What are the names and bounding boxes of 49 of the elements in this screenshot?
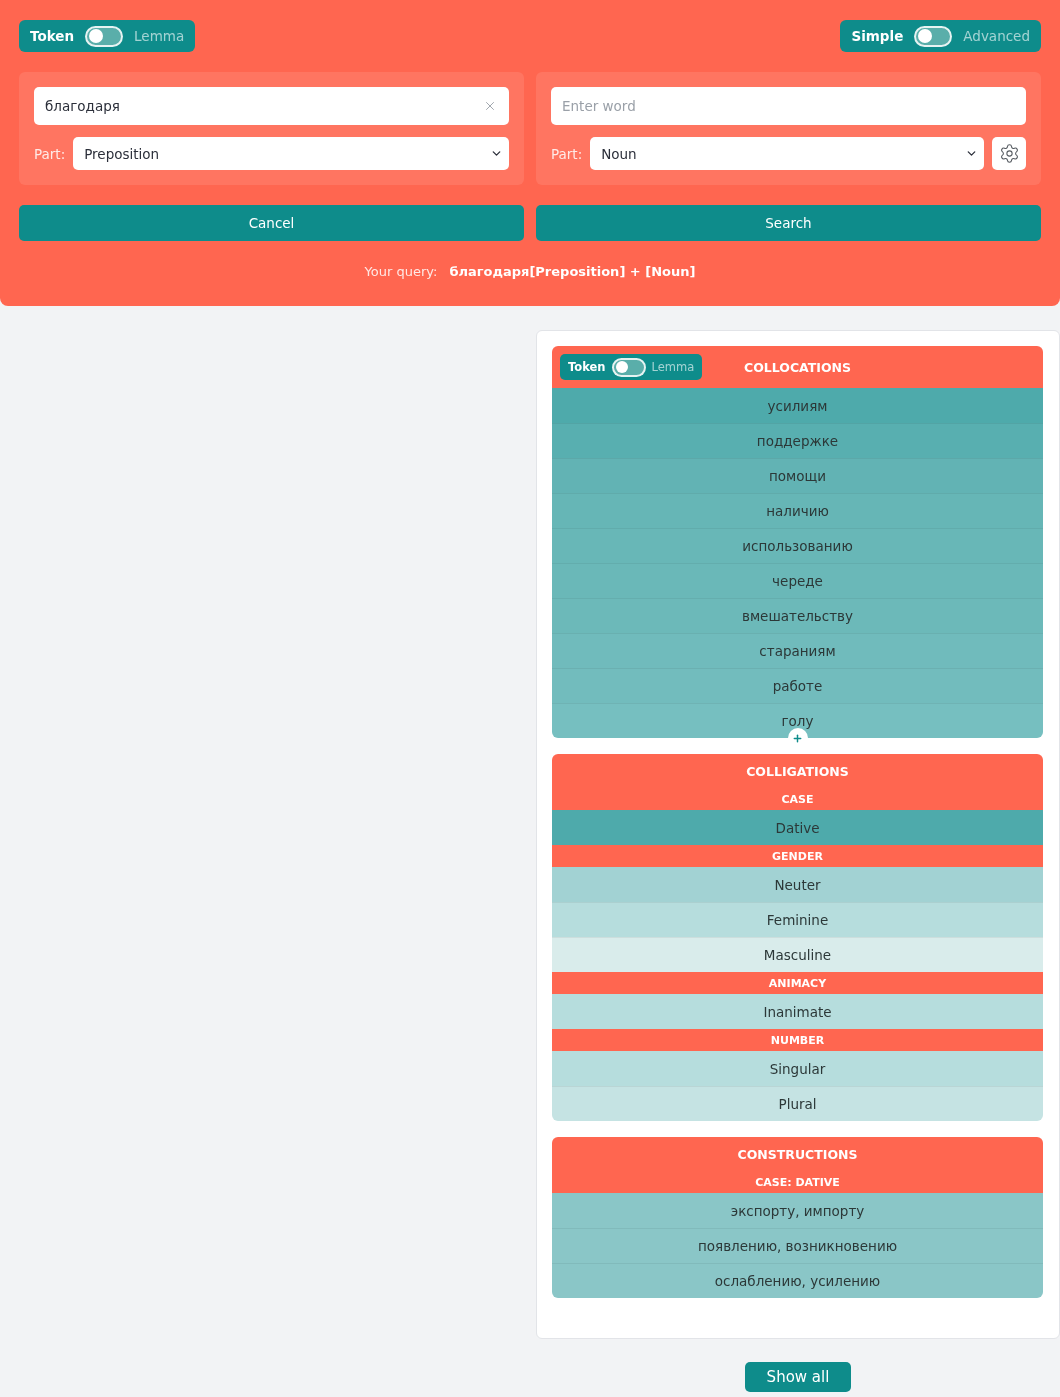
colligation-item[interactable]: Masculine <box>552 937 1043 972</box>
part-label: Part: <box>551 145 583 162</box>
group-heading: GENDER <box>552 845 1043 867</box>
group-heading: CASE <box>552 788 1043 810</box>
part-select[interactable]: Preposition <box>73 137 509 170</box>
construction-item[interactable]: ослаблению, усилению <box>552 1263 1043 1298</box>
action-button[interactable]: Cancel <box>19 205 524 241</box>
collocation-item[interactable]: вмешательству <box>552 598 1043 633</box>
colligation-item[interactable]: Inanimate <box>552 994 1043 1029</box>
toggle-switch[interactable] <box>85 25 124 47</box>
part-label: Part: <box>34 145 66 162</box>
settings-button[interactable] <box>992 137 1026 170</box>
collocation-item[interactable]: усилиям <box>552 388 1043 423</box>
toggle-label[interactable]: Token <box>568 360 606 374</box>
collocation-item[interactable]: использованию <box>552 528 1043 563</box>
part-select[interactable]: Noun <box>590 137 984 170</box>
toggle-label[interactable]: Simple <box>851 28 904 44</box>
action-button[interactable]: Search <box>536 205 1041 241</box>
toggle-label[interactable]: Token <box>30 28 75 44</box>
colligation-item[interactable]: Neuter <box>552 867 1043 902</box>
colligation-item[interactable]: Singular <box>552 1051 1043 1086</box>
toggle-switch[interactable] <box>914 25 953 47</box>
group-heading: NUMBER <box>552 1029 1043 1051</box>
show-all-button[interactable]: Show all <box>744 1362 852 1392</box>
colligation-item[interactable]: Dative <box>552 810 1043 845</box>
colligation-item[interactable]: Plural <box>552 1086 1043 1121</box>
collocation-item[interactable]: работе <box>552 668 1043 703</box>
plus-icon <box>792 732 803 744</box>
section-title: CONSTRUCTIONS <box>552 1137 1043 1171</box>
collocation-item[interactable]: череде <box>552 563 1043 598</box>
construction-item[interactable]: появлению, возникновению <box>552 1228 1043 1263</box>
colligation-item[interactable]: Feminine <box>552 902 1043 937</box>
collocation-item[interactable]: наличию <box>552 493 1043 528</box>
toggle-switch[interactable] <box>611 357 646 377</box>
settings-icon <box>998 143 1020 164</box>
group-heading: CASE: DATIVE <box>552 1171 1043 1193</box>
group-heading: ANIMACY <box>552 972 1043 994</box>
collocation-item[interactable]: помощи <box>552 458 1043 493</box>
construction-item[interactable]: экспорту, импорту <box>552 1193 1043 1228</box>
close-icon[interactable] <box>483 99 497 113</box>
word-input[interactable]: благодаря <box>34 87 509 125</box>
section-title: COLLIGATIONS <box>552 754 1043 788</box>
collocation-item[interactable]: стараниям <box>552 633 1043 668</box>
collocation-item[interactable]: голу <box>552 703 1043 738</box>
section-title: COLLOCATIONS <box>743 359 852 375</box>
query-label: Your query: <box>364 263 438 279</box>
word-input[interactable]: Enter word <box>551 87 1026 125</box>
query-text: благодаря[Preposition] + [Noun] <box>449 263 696 279</box>
collocation-item[interactable]: поддержке <box>552 423 1043 458</box>
